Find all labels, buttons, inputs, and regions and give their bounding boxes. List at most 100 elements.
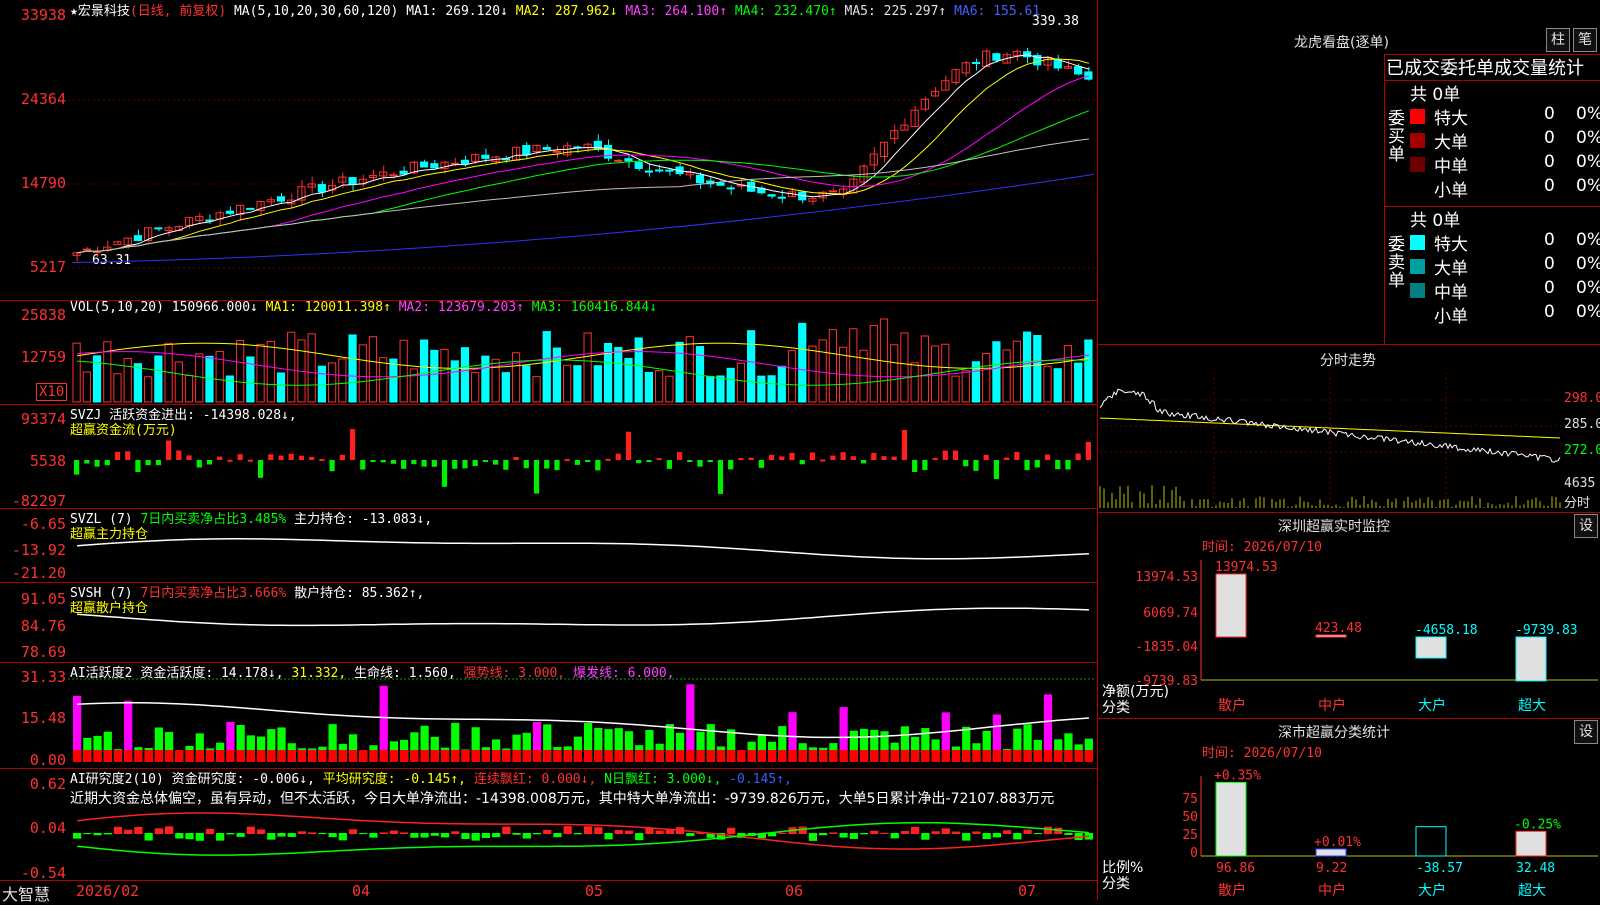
air-bar-5 xyxy=(124,829,133,834)
air-bar-17 xyxy=(246,826,255,834)
stat-axis-3: 0 xyxy=(1190,846,1198,861)
ai2-base-73 xyxy=(819,750,828,762)
stat-axis-2: 25 xyxy=(1182,828,1198,843)
ai2-base-96 xyxy=(1054,750,1063,762)
svzj-bar-16 xyxy=(237,454,243,460)
vol-bar-96 xyxy=(1053,368,1062,403)
air-bar-28 xyxy=(359,833,368,835)
air-bar-2 xyxy=(93,833,102,836)
air-bar-78 xyxy=(870,830,879,834)
air-bar-35 xyxy=(430,833,439,836)
air-bar-88 xyxy=(972,831,981,834)
candle-body-84 xyxy=(930,90,940,97)
ai2-base-25 xyxy=(328,750,337,762)
ai2-base-28 xyxy=(359,750,368,762)
ai2-base-58 xyxy=(665,750,674,762)
monitor-axis-0: 13974.53 xyxy=(1135,570,1198,585)
svzj-bar-63 xyxy=(717,460,724,494)
svzj-bar-5 xyxy=(125,451,131,460)
ai2-base-68 xyxy=(767,750,777,762)
monitor-bar-3 xyxy=(1515,636,1547,682)
candle-body-5 xyxy=(123,237,132,246)
svzj-bar-7 xyxy=(145,460,151,466)
candle-body-69 xyxy=(777,196,786,199)
svzj-bar-87 xyxy=(963,460,969,467)
vol-bar-64 xyxy=(726,367,735,403)
candle-body-90 xyxy=(992,53,1001,61)
vol-bar-7 xyxy=(144,376,153,403)
ai2-base-41 xyxy=(492,750,501,762)
air-bar-55 xyxy=(635,833,644,841)
air-bar-91 xyxy=(1003,830,1012,834)
ai2-base-47 xyxy=(553,750,562,762)
ma-line-3 xyxy=(77,75,1090,254)
air-bar-42 xyxy=(502,826,511,834)
vol-bar-72 xyxy=(808,345,817,403)
brand-label: 大智慧 xyxy=(2,885,51,904)
vol-bar-50 xyxy=(583,332,592,403)
vol-bar-56 xyxy=(644,371,654,403)
vol-bar-76 xyxy=(849,328,858,403)
candle-body-78 xyxy=(869,153,878,166)
ai2-base-62 xyxy=(706,750,715,762)
svzj-bar-60 xyxy=(687,460,693,462)
ai2-base-48 xyxy=(563,750,572,762)
air-bar-73 xyxy=(819,833,828,836)
ai2-base-69 xyxy=(778,750,787,762)
svzj-bar-73 xyxy=(820,459,826,462)
chart-canvas[interactable] xyxy=(0,0,1098,880)
air-bar-72 xyxy=(808,833,818,841)
vol-bar-98 xyxy=(1074,362,1083,403)
svzj-bar-31 xyxy=(390,460,397,464)
ai2-base-9 xyxy=(164,750,174,762)
candle-body-56 xyxy=(644,170,654,173)
vol-bar-45 xyxy=(532,376,541,403)
stat-top-3: -0.25% xyxy=(1514,817,1561,832)
svzj-bar-78 xyxy=(871,452,877,460)
air-bar-32 xyxy=(400,832,409,834)
candle-body-82 xyxy=(910,109,919,128)
vol-bar-49 xyxy=(573,365,582,403)
candle-body-15 xyxy=(225,210,235,214)
stat-top-0: +0.35% xyxy=(1214,768,1261,783)
ai2-base-89 xyxy=(982,750,991,762)
svzj-bar-76 xyxy=(850,456,856,460)
date-2: 05 xyxy=(585,882,604,900)
svzj-bar-13 xyxy=(206,460,213,465)
candle-body-68 xyxy=(767,194,776,197)
vol-bar-82 xyxy=(910,362,919,403)
stat-bar-0 xyxy=(1215,781,1247,857)
svzj-bar-58 xyxy=(666,460,672,469)
vol-bar-38 xyxy=(460,347,470,403)
stat-cat-3: 超大 xyxy=(1518,883,1546,899)
ai2-base-7 xyxy=(144,750,153,762)
vol-bar-91 xyxy=(1002,349,1011,403)
air-bar-83 xyxy=(921,833,930,840)
candle-body-54 xyxy=(624,158,633,162)
vol-bar-85 xyxy=(941,343,950,403)
vol-bar-10 xyxy=(174,361,183,403)
air-bar-4 xyxy=(113,826,123,834)
ai2-base-63 xyxy=(716,750,726,762)
vol-bar-99 xyxy=(1084,339,1093,403)
ai2-base-74 xyxy=(829,750,838,762)
ai2-base-45 xyxy=(532,750,542,762)
air-bar-12 xyxy=(195,833,204,841)
svzj-bar-89 xyxy=(983,454,989,460)
svzj-bar-75 xyxy=(840,452,846,460)
svzj-bar-69 xyxy=(779,456,785,460)
stat-bar-2 xyxy=(1415,826,1447,857)
candle-body-53 xyxy=(614,159,623,162)
ai2-base-85 xyxy=(941,750,950,762)
ai2-base-61 xyxy=(696,750,705,762)
vol-bar-18 xyxy=(256,343,265,403)
vol-bar-19 xyxy=(266,340,275,403)
ai2-base-34 xyxy=(420,750,429,762)
svzj-bar-27 xyxy=(349,429,356,460)
svzj-bar-97 xyxy=(1065,460,1071,470)
ai2-base-38 xyxy=(461,750,470,762)
candle-body-47 xyxy=(552,150,562,153)
svzj-bar-95 xyxy=(1044,454,1051,460)
vol-bar-97 xyxy=(1063,345,1073,403)
ai2-base-78 xyxy=(870,750,879,762)
